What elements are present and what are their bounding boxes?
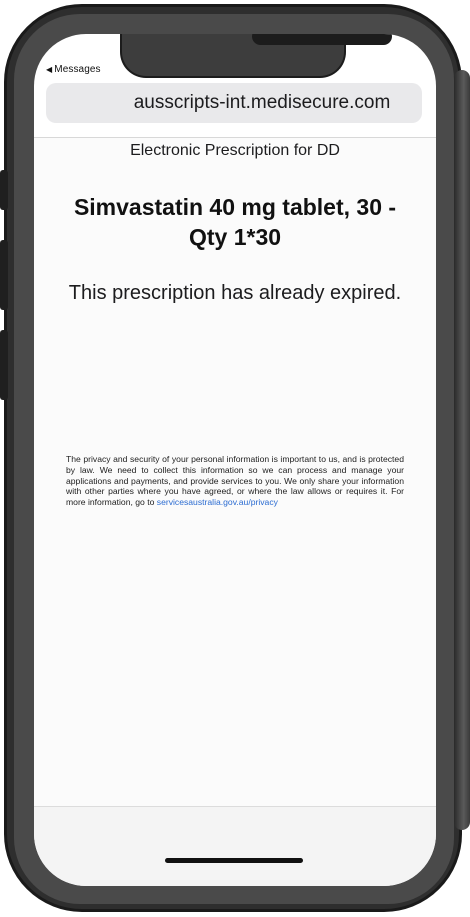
back-arrow-icon: ◀ — [46, 65, 53, 74]
stage: ◀ Messages ausscripts-int.medisecure.com … — [0, 0, 470, 917]
notch — [120, 34, 392, 78]
phone-edge — [454, 70, 470, 830]
home-indicator[interactable] — [165, 858, 303, 863]
url-text: ausscripts-int.medisecure.com — [133, 92, 391, 113]
address-bar[interactable]: ausscripts-int.medisecure.com — [46, 83, 422, 123]
speaker-grille — [252, 34, 392, 45]
mute-switch — [0, 170, 8, 210]
volume-down-button — [0, 330, 8, 400]
privacy-notice: The privacy and security of your persona… — [66, 454, 404, 508]
bottom-toolbar — [34, 807, 436, 886]
volume-up-button — [0, 240, 8, 310]
drug-title: Simvastatin 40 mg tablet, 30 - Qty 1*30 — [73, 194, 397, 250]
web-content: Electronic Prescription for DD Simvastat… — [34, 138, 436, 806]
back-label: Messages — [54, 64, 101, 75]
expired-message: This prescription has already expired. — [68, 282, 402, 304]
privacy-link[interactable]: servicesaustralia.gov.au/privacy — [157, 497, 278, 507]
phone-screen: ◀ Messages ausscripts-int.medisecure.com … — [34, 34, 436, 886]
page-subtitle: Electronic Prescription for DD — [130, 142, 340, 159]
back-to-messages-link[interactable]: ◀ Messages — [46, 64, 101, 75]
